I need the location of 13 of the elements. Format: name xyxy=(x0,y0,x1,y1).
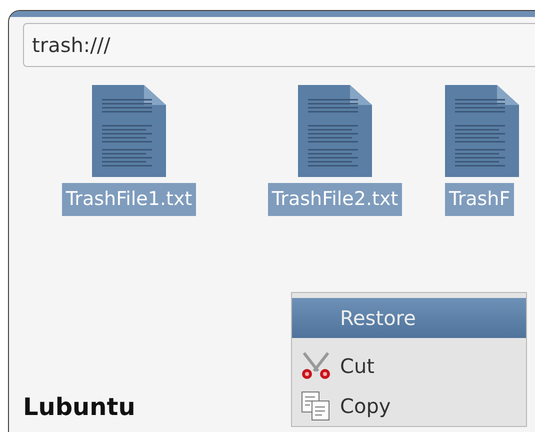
document-icon xyxy=(445,85,519,177)
document-icon xyxy=(298,85,372,177)
menu-item[interactable]: Cut xyxy=(292,346,526,386)
file-name[interactable]: TrashFile1.txt xyxy=(62,183,196,216)
caption-text: Lubuntu xyxy=(23,392,136,423)
file-name[interactable]: TrashF xyxy=(445,183,514,216)
menu-item[interactable]: Copy xyxy=(292,386,526,426)
document-icon xyxy=(92,85,166,177)
copy-icon xyxy=(300,391,332,421)
menu-item[interactable]: Restore xyxy=(292,298,526,338)
address-field[interactable]: trash:/// xyxy=(23,23,535,67)
scissors-icon xyxy=(300,351,332,381)
file-name[interactable]: TrashFile2.txt xyxy=(268,183,402,216)
